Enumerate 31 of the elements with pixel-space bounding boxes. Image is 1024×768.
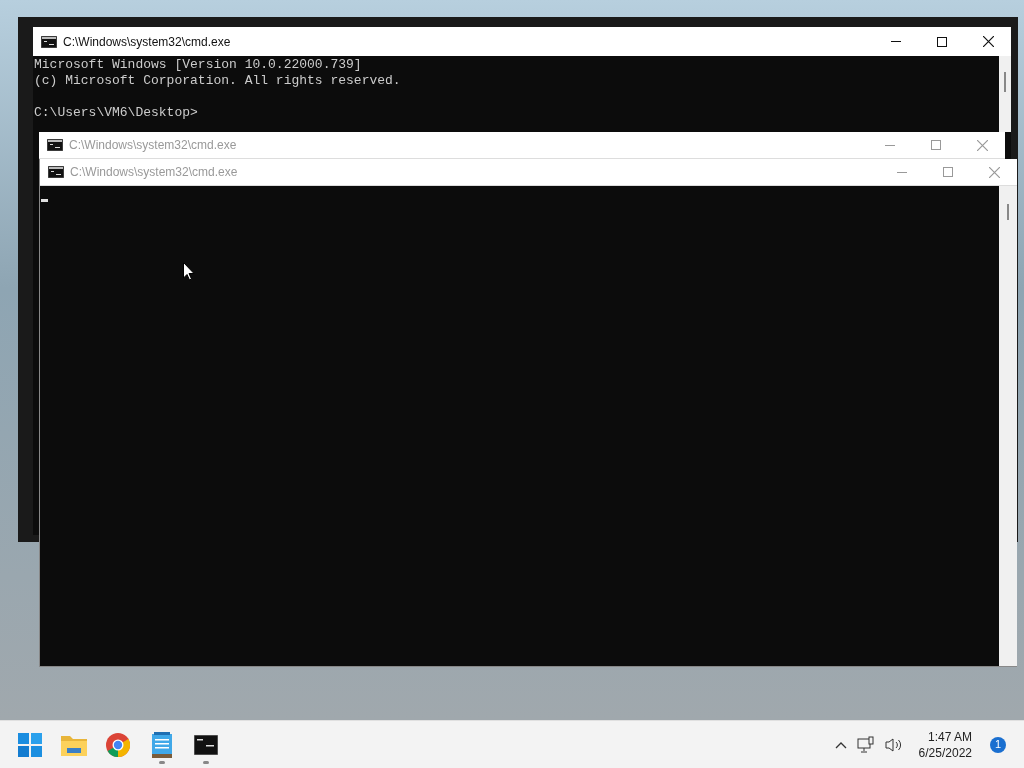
window-title: C:\Windows\system32\cmd.exe (70, 164, 238, 181)
window-title: C:\Windows\system32\cmd.exe (69, 137, 237, 154)
minimize-icon (885, 144, 895, 146)
minimize-icon (897, 171, 907, 173)
close-icon (982, 36, 994, 47)
text-cursor (41, 199, 48, 202)
console-line: Microsoft Windows [Version 10.0.22000.739] (34, 57, 363, 73)
close-icon (976, 139, 988, 151)
terminal-icon (194, 734, 218, 755)
clock-date[interactable]: 6/25/2022 (918, 744, 972, 761)
notepad-icon (152, 731, 172, 758)
maximize-icon (943, 167, 953, 177)
network-icon[interactable] (856, 735, 875, 754)
notification-badge[interactable]: 1 (990, 736, 1006, 753)
mouse-pointer-icon (183, 262, 195, 281)
speaker-icon[interactable] (884, 736, 903, 753)
maximize-icon (931, 140, 941, 150)
console-icon (47, 139, 63, 151)
browser-icon (106, 732, 130, 757)
console-prompt: C:\Users\VM6\Desktop> (34, 105, 199, 121)
clock-time[interactable]: 1:47 AM (927, 728, 972, 745)
console-icon (41, 35, 57, 48)
window-title: C:\Windows\system32\cmd.exe (63, 33, 231, 51)
console-icon (48, 166, 64, 178)
console-line: (c) Microsoft Corporation. All rights reserved. (34, 73, 402, 89)
close-icon (988, 166, 1000, 178)
minimize-icon (891, 41, 901, 42)
folder-icon (61, 733, 87, 756)
chevron-up-icon[interactable] (834, 740, 847, 749)
maximize-icon (937, 36, 947, 47)
windows-start-icon (18, 732, 42, 757)
